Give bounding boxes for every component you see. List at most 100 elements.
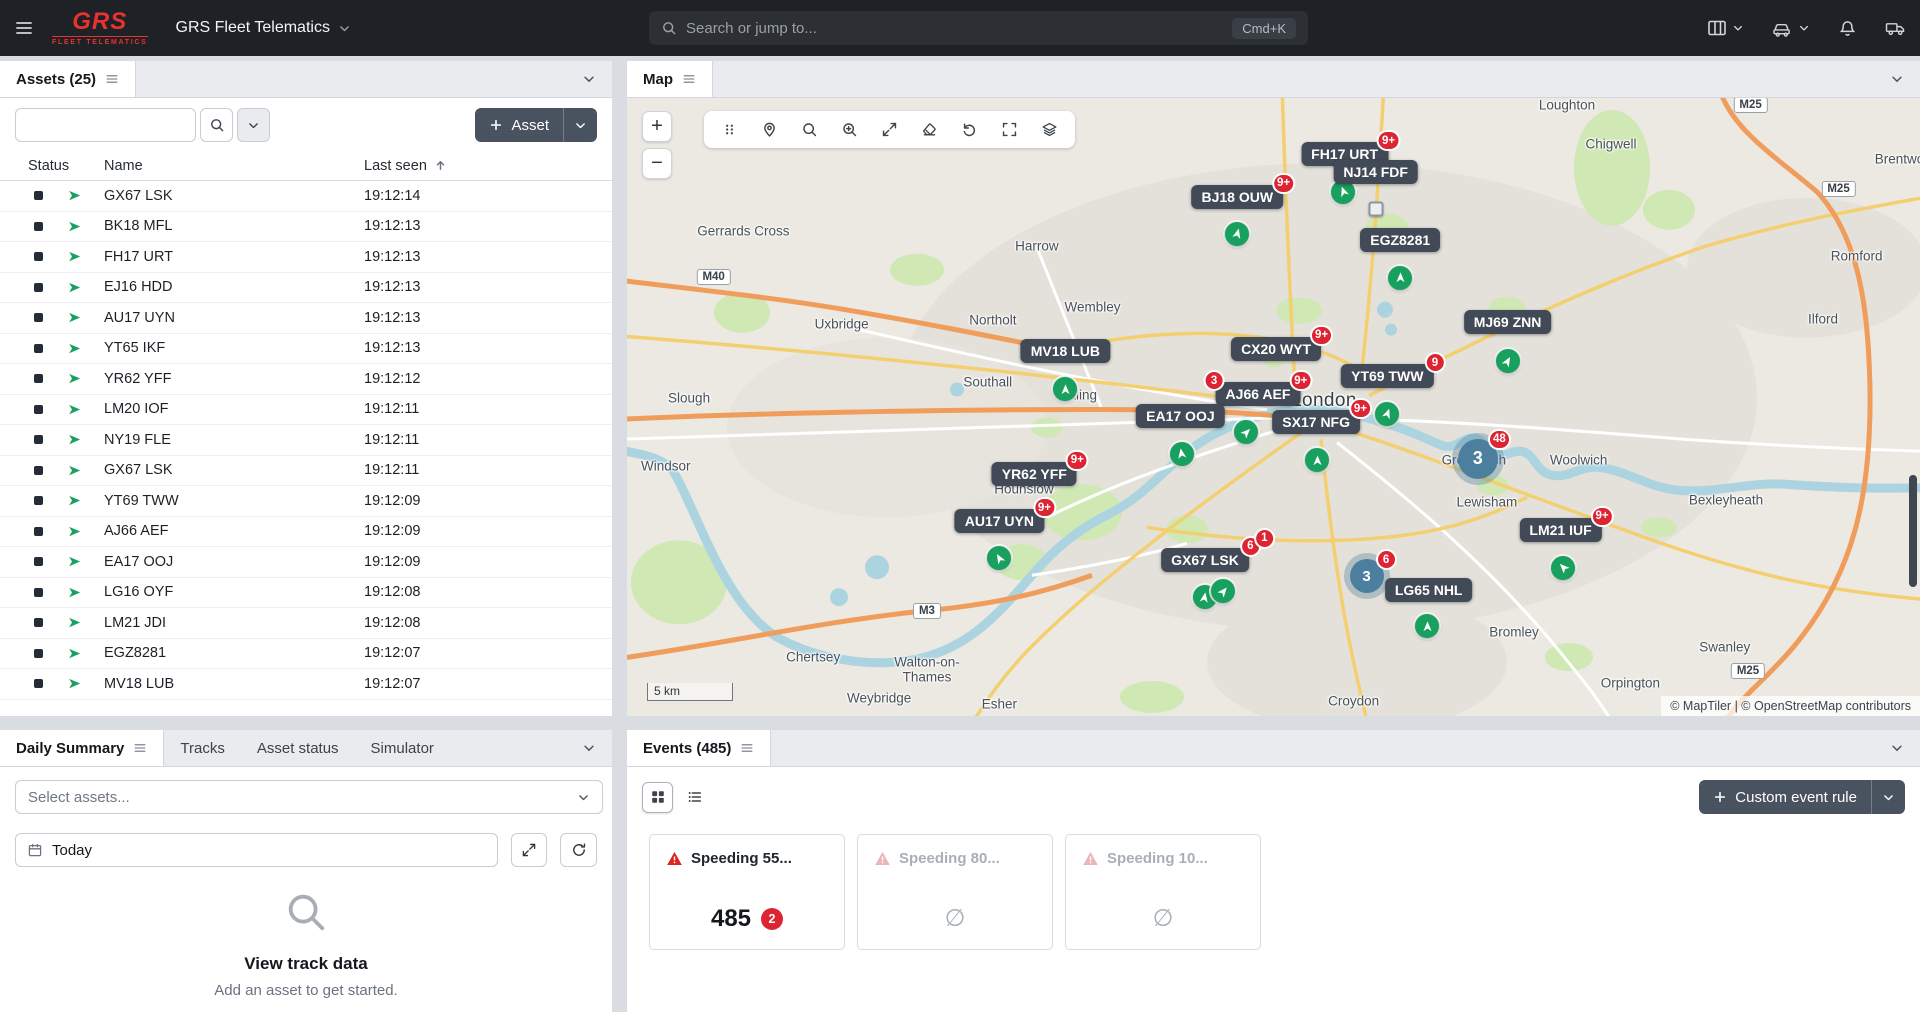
vehicle-direction-marker[interactable] <box>987 546 1011 570</box>
vehicle-direction-marker[interactable] <box>1305 448 1329 472</box>
tab-daily-summary[interactable]: Daily Summary <box>0 730 164 766</box>
layout-switcher-button[interactable] <box>1707 19 1744 37</box>
table-row[interactable]: GX67 LSK19:12:11 <box>0 456 612 487</box>
vehicle-label-chip[interactable]: YR62 YFF9+ <box>992 462 1077 486</box>
add-asset-button[interactable]: Asset <box>475 108 563 142</box>
main-menu-button[interactable] <box>14 18 34 38</box>
table-row[interactable]: GX67 LSK19:12:14 <box>0 181 612 212</box>
table-row[interactable]: LG16 OYF19:12:08 <box>0 578 612 609</box>
asset-search-button[interactable] <box>200 108 233 142</box>
zoom-out-button[interactable]: − <box>642 148 672 179</box>
vehicle-label-chip[interactable]: NJ14 FDF <box>1333 160 1418 184</box>
vehicle-label-chip[interactable]: SX17 NFG9+ <box>1272 410 1360 434</box>
vehicle-direction-marker[interactable] <box>1496 349 1520 373</box>
refresh-button[interactable] <box>560 833 597 867</box>
reset-rotation-button[interactable] <box>951 115 988 145</box>
table-row[interactable]: YT65 IKF19:12:13 <box>0 334 612 365</box>
scrollbar-thumb[interactable] <box>1909 475 1917 587</box>
vehicle-direction-marker[interactable] <box>1375 402 1399 426</box>
zoom-in-button[interactable]: + <box>642 111 672 142</box>
vehicle-label-chip[interactable]: BJ18 OUW9+ <box>1191 185 1283 209</box>
panel-menu-icon[interactable] <box>740 741 754 755</box>
add-asset-menu-button[interactable] <box>563 108 597 142</box>
fit-bounds-button[interactable] <box>871 115 908 145</box>
vehicle-label-chip[interactable]: AJ66 AEF39+ <box>1216 382 1301 406</box>
table-row[interactable]: EA17 OOJ19:12:09 <box>0 547 612 578</box>
zoom-to-selection-button[interactable] <box>831 115 868 145</box>
vehicle-direction-marker[interactable] <box>1388 266 1412 290</box>
vehicle-label-chip[interactable]: LM21 IUF9+ <box>1519 518 1601 542</box>
layers-button[interactable] <box>1031 115 1068 145</box>
vehicle-label-chip[interactable]: EGZ8281 <box>1360 228 1440 252</box>
tab-assets[interactable]: Assets (25) <box>0 61 136 97</box>
table-row[interactable]: AJ66 AEF19:12:09 <box>0 517 612 548</box>
vehicle-direction-marker[interactable] <box>1415 614 1439 638</box>
table-row[interactable]: MV18 LUB19:12:07 <box>0 669 612 700</box>
workspace-switcher[interactable]: GRS Fleet Telematics <box>176 19 351 37</box>
vehicle-label-chip[interactable]: YT69 TWW9 <box>1341 364 1433 388</box>
events-collapse-button[interactable] <box>1874 730 1920 766</box>
tab-map[interactable]: Map <box>627 61 713 97</box>
search-area-button[interactable] <box>791 115 828 145</box>
list-view-button[interactable] <box>679 782 710 813</box>
grid-view-button[interactable] <box>642 782 673 813</box>
summary-collapse-button[interactable] <box>566 730 612 766</box>
vehicle-label-chip[interactable]: LG65 NHL <box>1385 578 1473 602</box>
fleet-view-button[interactable] <box>1772 20 1810 37</box>
vehicle-direction-marker[interactable] <box>1225 222 1249 246</box>
assets-collapse-button[interactable] <box>566 61 612 97</box>
drag-handle-button[interactable] <box>711 115 748 145</box>
panel-menu-icon[interactable] <box>105 72 119 86</box>
table-row[interactable]: AU17 UYN19:12:13 <box>0 303 612 334</box>
vehicle-label-chip[interactable]: CX20 WYT9+ <box>1231 337 1321 361</box>
fullscreen-button[interactable] <box>991 115 1028 145</box>
table-row[interactable]: YT69 TWW19:12:09 <box>0 486 612 517</box>
map-cluster-marker[interactable]: 36 <box>1350 559 1384 593</box>
vehicle-direction-marker[interactable] <box>1053 377 1077 401</box>
tab-events[interactable]: Events (485) <box>627 730 771 766</box>
asset-search-input[interactable] <box>15 108 196 142</box>
column-name[interactable]: Name <box>104 158 364 174</box>
event-card[interactable]: Speeding 55...4852 <box>649 834 845 950</box>
tab-simulator[interactable]: Simulator <box>355 730 450 766</box>
column-status[interactable]: Status <box>0 158 104 174</box>
global-search[interactable]: Search or jump to... Cmd+K <box>649 11 1308 45</box>
vehicle-direction-marker[interactable] <box>1170 442 1194 466</box>
panel-menu-icon[interactable] <box>682 72 696 86</box>
tab-asset-status[interactable]: Asset status <box>241 730 355 766</box>
panel-menu-icon[interactable] <box>133 741 147 755</box>
column-last-seen[interactable]: Last seen <box>364 158 447 174</box>
table-row[interactable]: EGZ828119:12:07 <box>0 639 612 670</box>
vehicle-label-chip[interactable]: MJ69 ZNN <box>1464 310 1552 334</box>
event-card[interactable]: Speeding 10...∅ <box>1065 834 1261 950</box>
custom-event-rule-menu-button[interactable] <box>1871 780 1905 814</box>
tab-tracks[interactable]: Tracks <box>164 730 240 766</box>
map-canvas[interactable]: LoughtonChigwellBrentwoodRomfordIlfordGe… <box>627 98 1920 716</box>
asset-select-dropdown[interactable]: Select assets... <box>15 780 603 814</box>
vehicle-label-chip[interactable]: GX67 LSK61 <box>1161 548 1249 572</box>
table-row[interactable]: YR62 YFF19:12:12 <box>0 364 612 395</box>
asset-search-options-button[interactable] <box>237 108 270 142</box>
map-cluster-marker[interactable]: 348 <box>1458 439 1498 479</box>
table-row[interactable]: BK18 MFL19:12:13 <box>0 212 612 243</box>
map-collapse-button[interactable] <box>1874 61 1920 97</box>
selected-vehicle-marker[interactable] <box>1368 202 1383 217</box>
table-row[interactable]: LM20 IOF19:12:11 <box>0 395 612 426</box>
vehicle-direction-marker[interactable] <box>1551 556 1575 580</box>
expand-panel-button[interactable] <box>511 833 548 867</box>
notifications-button[interactable] <box>1838 19 1857 38</box>
table-row[interactable]: NY19 FLE19:12:11 <box>0 425 612 456</box>
vehicle-label-chip[interactable]: EA17 OOJ <box>1136 404 1224 428</box>
vehicle-direction-marker[interactable] <box>1211 579 1235 603</box>
event-card[interactable]: Speeding 80...∅ <box>857 834 1053 950</box>
vehicle-label-chip[interactable]: MV18 LUB <box>1021 339 1110 363</box>
locate-button[interactable] <box>751 115 788 145</box>
vehicle-direction-marker[interactable] <box>1234 420 1258 444</box>
date-picker[interactable]: Today <box>15 833 498 867</box>
clear-map-button[interactable] <box>911 115 948 145</box>
table-row[interactable]: EJ16 HDD19:12:13 <box>0 273 612 304</box>
fleet-admin-button[interactable] <box>1885 20 1906 37</box>
custom-event-rule-button[interactable]: Custom event rule <box>1699 780 1871 814</box>
vehicle-label-chip[interactable]: AU17 UYN9+ <box>955 509 1044 533</box>
table-row[interactable]: LM21 JDI19:12:08 <box>0 608 612 639</box>
